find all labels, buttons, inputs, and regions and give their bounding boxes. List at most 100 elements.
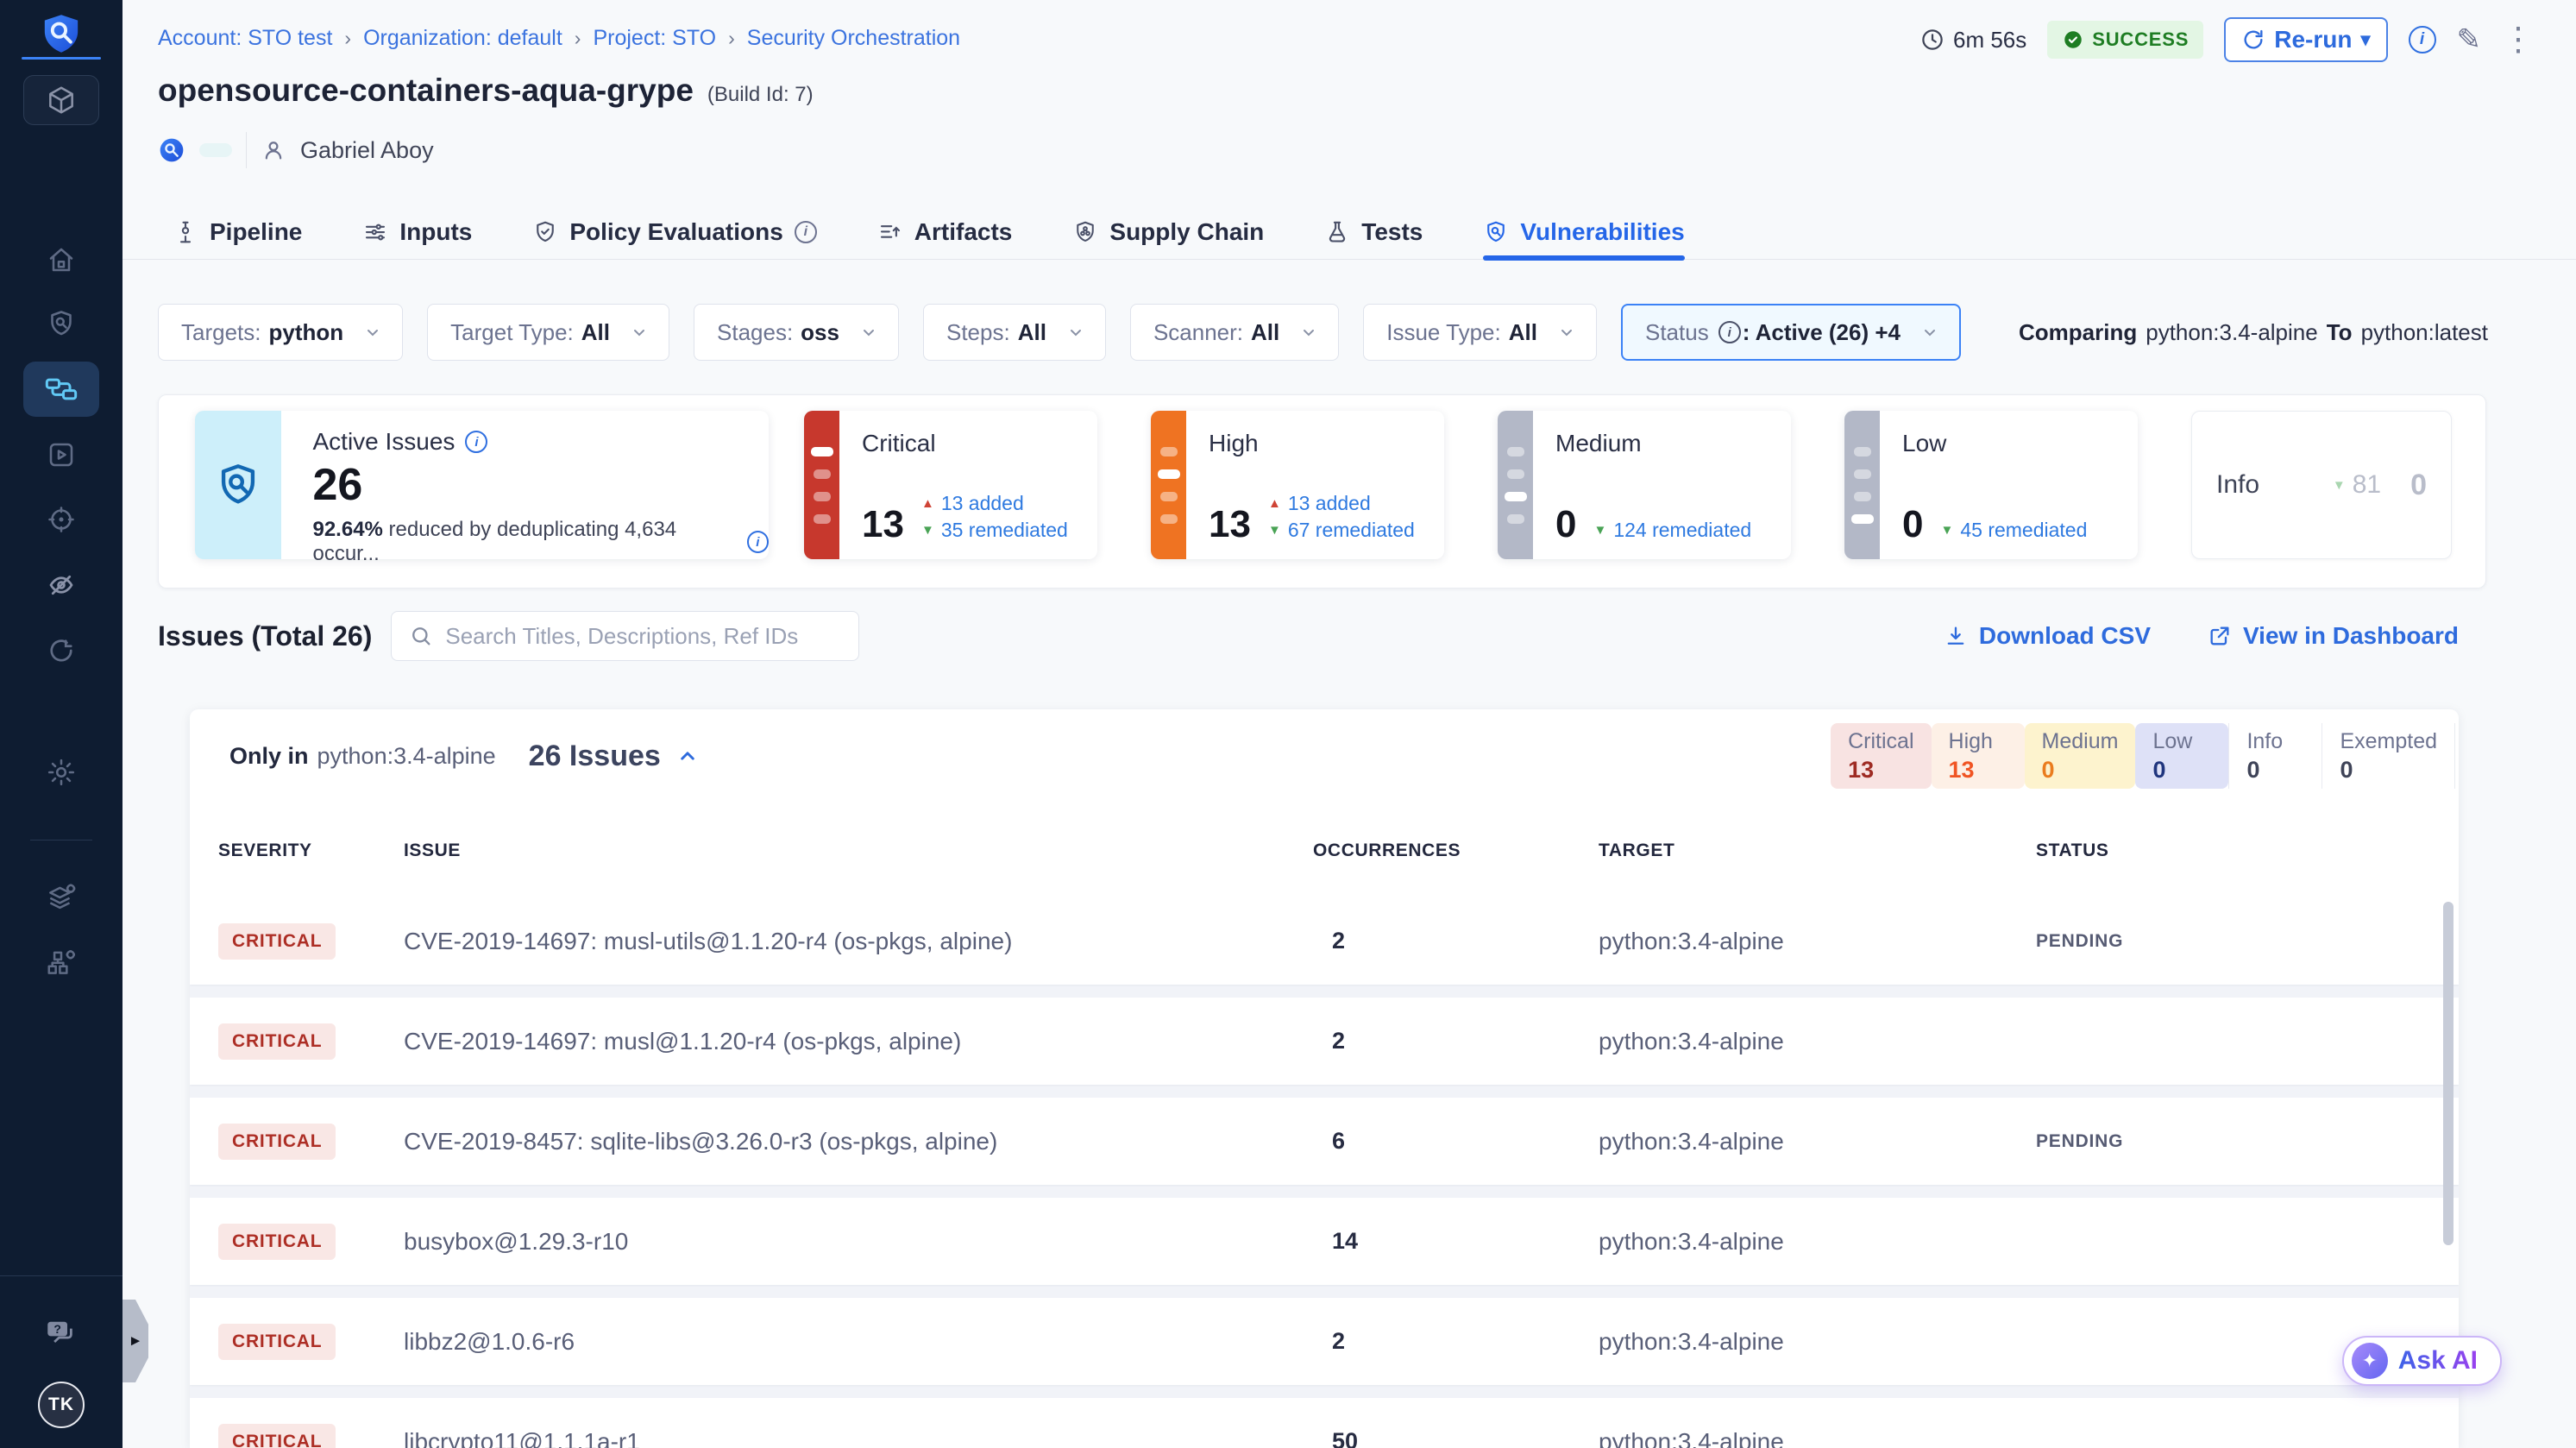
eye-off-icon [46,570,77,601]
shield-search-icon [1483,219,1509,245]
dedup-percent: 92.64% [312,518,382,541]
table-row[interactable]: CRITICAL libcrypto11@1.1.1a-r1 50 python… [190,1398,2459,1448]
severity-chips: Critical 13 High 13 Medium 0 Low 0 [1831,723,2455,789]
info-icon[interactable]: i [795,221,817,243]
sidebar-item-baselines[interactable] [46,570,77,601]
filter-stages[interactable]: Stages: oss [694,304,899,361]
table-row[interactable]: CRITICAL busybox@1.29.3-r10 14 python:3.… [190,1198,2459,1285]
triangle-down-icon: ▼ [1593,523,1606,538]
execution-tabs: Pipeline Inputs Policy Evaluations i Art… [123,205,2576,260]
remediated-count[interactable]: 124 remediated [1613,519,1751,542]
severity-badge: CRITICAL [218,1124,336,1160]
breadcrumb-module[interactable]: Security Orchestration [747,26,960,51]
tab-vulnerabilities[interactable]: Vulnerabilities [1483,205,1684,260]
table-row[interactable]: CRITICAL CVE-2019-14697: musl-utils@1.1.… [190,897,2459,985]
low-card: Low 0 ▼45 remediated [1844,411,2138,559]
sidebar-item-settings[interactable] [46,757,77,788]
severity-badge: CRITICAL [218,923,336,960]
issue-status: PENDING [2036,931,2459,952]
severity-name: Critical [862,430,1080,457]
filter-steps[interactable]: Steps: All [923,304,1106,361]
filter-value: All [581,319,610,346]
execution-duration: 6m 56s [1919,27,2026,54]
severity-badge: CRITICAL [218,1424,336,1448]
tab-pipeline[interactable]: Pipeline [173,205,302,260]
filter-value: : Active (26) +4 [1743,319,1901,346]
info-card: Info ▼ 81 0 [2191,411,2452,559]
user-avatar[interactable]: TK [38,1382,85,1428]
flask-icon [1324,219,1350,245]
info-icon: i [1718,321,1741,343]
rerun-button[interactable]: Re-run ▾ [2224,17,2387,62]
sidebar-item-pipelines-active[interactable] [23,362,99,417]
triangle-up-icon: ▲ [1268,496,1281,511]
filter-scanner[interactable]: Scanner: All [1130,304,1339,361]
ask-ai-button[interactable]: ✦ Ask AI [2342,1336,2502,1386]
sidebar-item-module-selector[interactable] [23,75,99,125]
triangle-down-icon: ▼ [2333,478,2346,493]
sidebar-item-organizations[interactable] [45,946,78,979]
added-count[interactable]: 13 added [1288,492,1371,515]
tab-inputs[interactable]: Inputs [362,205,472,260]
triangle-down-icon: ▼ [1940,523,1953,538]
remediated-count[interactable]: 45 remediated [1960,519,2087,542]
gauge-icon [46,635,77,666]
breadcrumb-separator: › [575,27,581,50]
issue-title: CVE-2019-8457: sqlite-libs@3.26.0-r3 (os… [404,1128,1313,1155]
chip-low[interactable]: Low 0 [2135,723,2228,789]
remediated-count[interactable]: 35 remediated [941,519,1068,542]
tab-artifacts[interactable]: Artifacts [877,205,1013,260]
sidebar-item-targets[interactable] [46,504,77,535]
sidebar-item-scan[interactable] [46,308,77,339]
tab-tests[interactable]: Tests [1324,205,1423,260]
logo-underline [22,57,101,60]
info-icon[interactable]: i [465,431,487,453]
chip-info[interactable]: Info 0 [2228,723,2322,789]
breadcrumb-project[interactable]: Project: STO [593,26,716,51]
sidebar-item-help[interactable]: ? [43,1314,79,1350]
byline-divider [246,132,247,168]
medium-bar [1498,411,1533,559]
shield-search-icon [46,308,77,339]
chip-exempted[interactable]: Exempted 0 [2322,723,2455,789]
severity-name: High [1209,430,1427,457]
sidebar-item-home[interactable] [46,244,77,275]
execution-info-icon[interactable]: i [2409,26,2436,54]
download-csv-button[interactable]: Download CSV [1944,622,2151,650]
chip-label: Exempted [2340,729,2437,754]
chip-critical[interactable]: Critical 13 [1831,723,1931,789]
more-options-icon[interactable]: ⋮ [2502,23,2535,56]
filter-issue-type[interactable]: Issue Type: All [1363,304,1597,361]
tab-policy-evaluations[interactable]: Policy Evaluations i [532,205,816,260]
table-row[interactable]: CRITICAL libbz2@1.0.6-r6 2 python:3.4-al… [190,1298,2459,1385]
issues-search[interactable] [391,611,859,661]
added-count[interactable]: 13 added [941,492,1024,515]
info-icon[interactable]: i [747,531,769,553]
chevron-up-icon[interactable] [675,743,701,769]
edit-pipeline-icon[interactable]: ✎ [2457,22,2482,57]
remediated-count[interactable]: 67 remediated [1288,519,1415,542]
filter-value: All [1251,319,1279,346]
filter-target-type[interactable]: Target Type: All [427,304,669,361]
sidebar-item-default-settings[interactable] [45,881,78,914]
table-row[interactable]: CRITICAL CVE-2019-14697: musl@1.1.20-r4 … [190,998,2459,1085]
table-scrollbar-thumb[interactable] [2443,902,2453,1245]
chip-high[interactable]: High 13 [1932,723,2025,789]
filter-status[interactable]: Status i : Active (26) +4 [1621,304,1961,361]
sidebar-divider [0,1275,123,1276]
rerun-label: Re-run [2274,26,2352,54]
search-input[interactable] [445,623,841,650]
issue-occurrences: 50 [1313,1428,1599,1448]
tab-supply-chain[interactable]: Supply Chain [1072,205,1264,260]
chip-medium[interactable]: Medium 0 [2025,723,2136,789]
build-id: (Build Id: 7) [707,83,814,107]
filter-label: Targets: [181,319,261,346]
view-dashboard-button[interactable]: View in Dashboard [2208,622,2459,650]
sidebar-item-executions[interactable] [46,439,77,470]
sto-module-icon [158,136,185,164]
sidebar-item-tickets[interactable] [46,635,77,666]
table-row[interactable]: CRITICAL CVE-2019-8457: sqlite-libs@3.26… [190,1098,2459,1185]
breadcrumb-organization[interactable]: Organization: default [363,26,562,51]
breadcrumb-account[interactable]: Account: STO test [158,26,332,51]
filter-targets[interactable]: Targets: python [158,304,403,361]
